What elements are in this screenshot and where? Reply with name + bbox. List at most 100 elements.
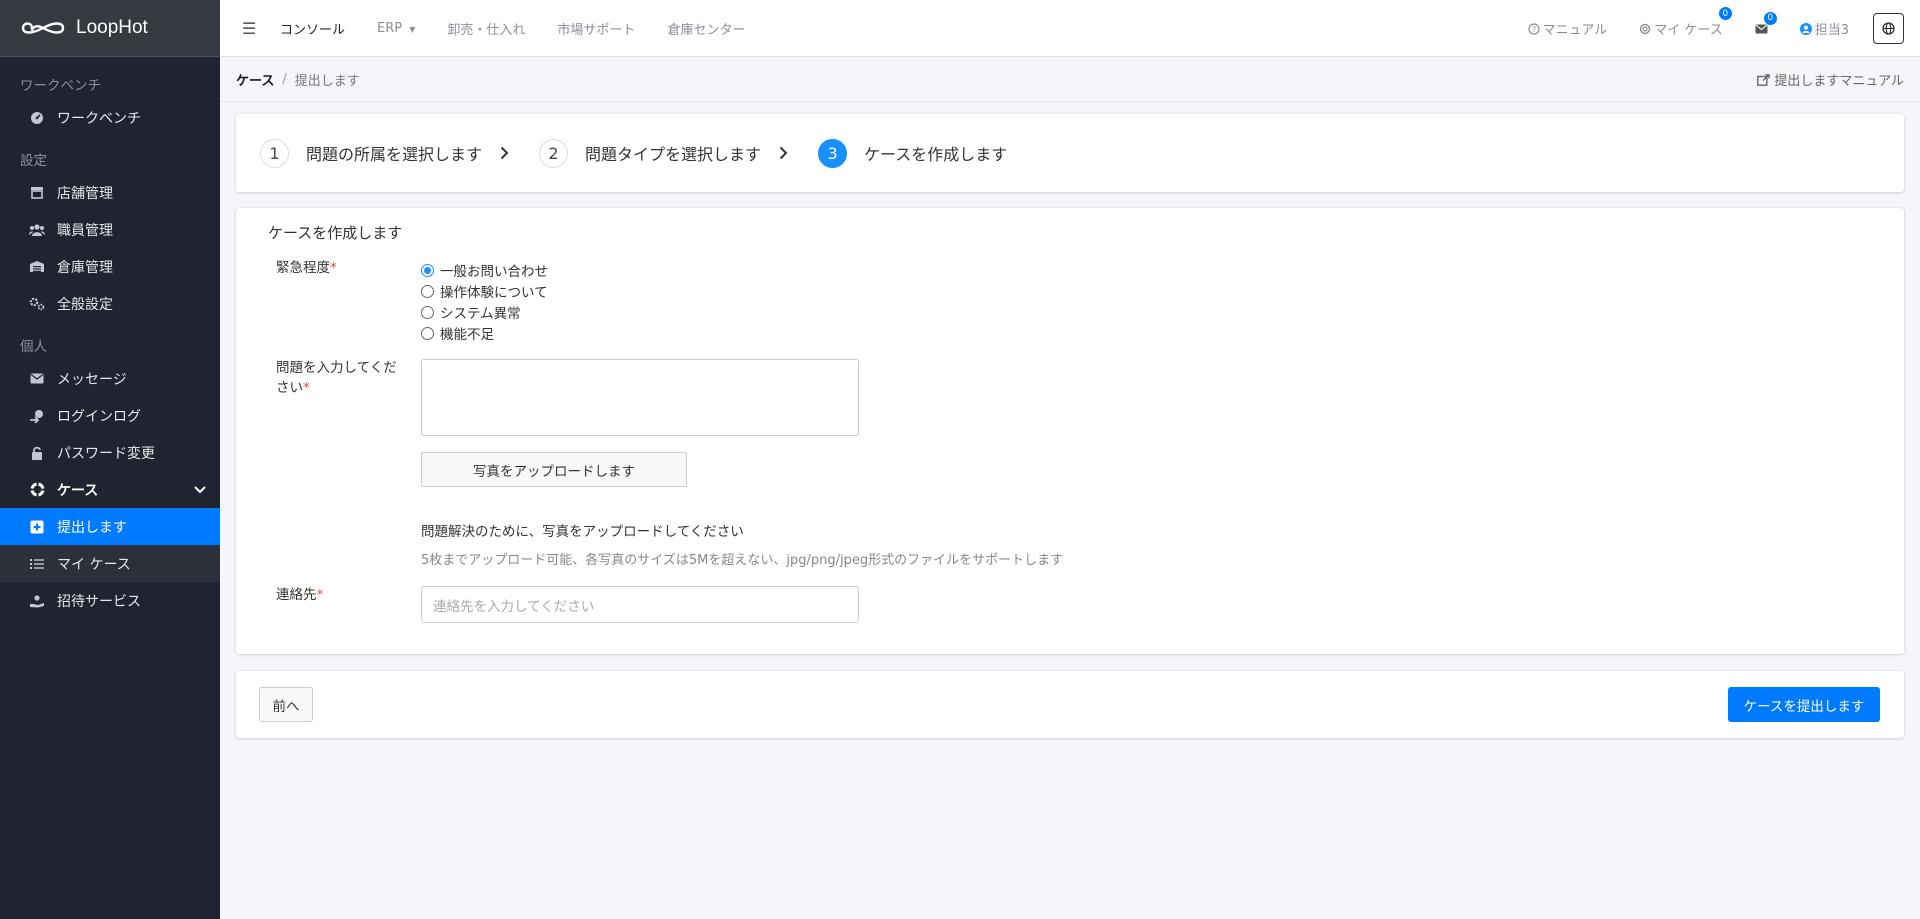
submit-case-button[interactable]: ケースを提出します <box>1728 687 1880 722</box>
sidebar-item-case[interactable]: ケース <box>0 471 220 508</box>
action-card: 前へ ケースを提出します <box>236 671 1904 738</box>
nav-header-workbench: ワークベンチ <box>20 78 101 94</box>
gears-icon <box>29 296 45 312</box>
list-icon <box>29 556 45 572</box>
topnav-erp-label: ERP <box>377 20 403 36</box>
breadcrumb-separator: / <box>282 71 287 87</box>
login-log-icon <box>29 408 45 424</box>
sidebar-item-label: ログインログ <box>57 408 141 425</box>
hamburger-menu-icon[interactable]: ☰ <box>242 19 258 38</box>
urgency-option-label: システム異常 <box>440 306 521 322</box>
upload-limits-hint: 5枚までアップロード可能、各写真のサイズは5Mを超えない、jpg/png/jpe… <box>421 553 1064 568</box>
nav-header-settings: 設定 <box>20 153 47 169</box>
sidebar-item-warehouse[interactable]: 倉庫管理 <box>0 248 220 285</box>
question-circle-icon: ? <box>1528 22 1540 35</box>
case-form-card: ケースを作成します 緊急程度* 一般お問い合わせ 操作体験について システム異常… <box>236 208 1904 654</box>
mail-badge: 0 <box>1763 11 1777 25</box>
sidebar-item-submit[interactable]: 提出します <box>0 508 220 545</box>
plus-square-icon <box>29 519 45 535</box>
hand-holding-icon <box>29 593 45 609</box>
required-mark: * <box>330 260 337 276</box>
lifebuoy-icon <box>29 482 45 498</box>
step-2-number: 2 <box>539 138 569 168</box>
step-3: 3 ケースを作成します <box>818 138 1007 168</box>
my-case-link[interactable]: マイ ケース 0 <box>1639 7 1732 38</box>
problem-textarea[interactable] <box>421 359 859 436</box>
user-menu[interactable]: 担当3 <box>1799 19 1849 38</box>
envelope-icon <box>1755 24 1768 33</box>
chevron-right-icon <box>779 146 788 160</box>
step-2-label: 問題タイプを選択します <box>585 145 762 164</box>
sidebar-item-messages[interactable]: メッセージ <box>0 360 220 397</box>
lock-icon <box>29 445 45 461</box>
radio[interactable] <box>421 326 434 340</box>
globe-icon <box>1882 22 1895 35</box>
contact-input[interactable]: 連絡先を入力してください <box>421 586 859 623</box>
radio-checked[interactable] <box>421 263 434 277</box>
urgency-option-system-error[interactable]: システム異常 <box>421 302 521 322</box>
svg-text:?: ? <box>1531 25 1535 34</box>
sidebar-item-staff[interactable]: 職員管理 <box>0 211 220 248</box>
manual-label: マニュアル <box>1542 23 1608 38</box>
required-mark: * <box>316 587 324 603</box>
urgency-option-label: 操作体験について <box>440 285 548 301</box>
language-button[interactable] <box>1873 13 1904 44</box>
sidebar-item-login-log[interactable]: ログインログ <box>0 397 220 434</box>
sidebar-item-label: パスワード変更 <box>57 445 155 462</box>
my-case-badge: 0 <box>1718 7 1732 20</box>
sidebar-item-invite-service[interactable]: 招待サービス <box>0 582 220 619</box>
warehouse-icon <box>29 259 45 275</box>
upload-photo-button[interactable]: 写真をアップロードします <box>421 452 687 487</box>
sidebar-item-label: メッセージ <box>57 371 127 388</box>
sidebar-item-password-change[interactable]: パスワード変更 <box>0 434 220 471</box>
sidebar-item-label: マイ ケース <box>57 556 131 573</box>
brand-name: LoopHot <box>76 17 148 38</box>
sidebar-item-label: 全般設定 <box>57 296 113 313</box>
radio[interactable] <box>421 284 434 298</box>
brand[interactable]: LoopHot <box>0 0 220 57</box>
submit-manual-label: 提出しますマニュアル <box>1774 74 1904 89</box>
urgency-option-missing-feature[interactable]: 機能不足 <box>421 323 494 343</box>
lifebuoy-icon <box>1640 23 1651 34</box>
caret-down-icon: ▼ <box>409 24 416 34</box>
step-1-label: 問題の所属を選択します <box>306 145 483 164</box>
step-2: 2 問題タイプを選択します <box>539 138 788 168</box>
sidebar-item-label: ワークベンチ <box>57 110 141 127</box>
sidebar-item-my-case[interactable]: マイ ケース <box>0 545 220 582</box>
problem-label-line2: さい <box>276 380 303 396</box>
urgency-option-general[interactable]: 一般お問い合わせ <box>421 260 548 280</box>
sidebar-item-label: 招待サービス <box>57 593 141 610</box>
breadcrumb-case-link[interactable]: ケース <box>236 70 274 89</box>
contact-label: 連絡先* <box>276 585 406 605</box>
manual-link[interactable]: ? マニュアル <box>1528 19 1608 38</box>
sidebar-item-general-settings[interactable]: 全般設定 <box>0 285 220 322</box>
envelope-icon <box>29 371 45 387</box>
nav-header-personal: 個人 <box>20 339 47 355</box>
sidebar-item-label: 店舗管理 <box>57 185 113 202</box>
previous-button[interactable]: 前へ <box>259 687 313 722</box>
chevron-right-icon <box>500 146 509 160</box>
users-icon <box>29 222 45 238</box>
topnav-market-support[interactable]: 市場サポート <box>557 19 635 38</box>
mail-button[interactable]: 0 <box>1755 11 1777 34</box>
upload-hint: 問題解決のために、写真をアップロードしてください <box>421 524 744 540</box>
topnav-wholesale[interactable]: 卸売・仕入れ <box>447 19 525 38</box>
problem-label: 問題を入力してくだ さい* <box>276 358 406 398</box>
step-3-number: 3 <box>818 138 848 168</box>
user-name: 担当3 <box>1814 23 1849 38</box>
my-case-label: マイ ケース <box>1654 23 1723 38</box>
topnav-erp[interactable]: ERP ▼ <box>377 21 415 36</box>
radio[interactable] <box>421 305 434 319</box>
form-title: ケースを作成します <box>268 224 403 242</box>
urgency-label: 緊急程度* <box>276 258 406 278</box>
sidebar-item-workbench[interactable]: ワークベンチ <box>0 99 220 136</box>
sidebar: LoopHot ワークベンチ ワークベンチ 設定 店舗管理 職員管理 倉庫管理 … <box>0 0 220 919</box>
topnav-warehouse-center[interactable]: 倉庫センター <box>667 19 745 38</box>
submit-manual-link[interactable]: 提出しますマニュアル <box>1757 57 1904 102</box>
step-1: 1 問題の所属を選択します <box>260 138 509 168</box>
top-navbar: ☰ コンソール ERP ▼ 卸売・仕入れ 市場サポート 倉庫センター ? マニュ… <box>220 0 1920 57</box>
user-circle-icon <box>1799 22 1812 35</box>
urgency-option-operation[interactable]: 操作体験について <box>421 281 548 301</box>
sidebar-item-store[interactable]: 店舗管理 <box>0 174 220 211</box>
topnav-console[interactable]: コンソール <box>280 19 345 38</box>
